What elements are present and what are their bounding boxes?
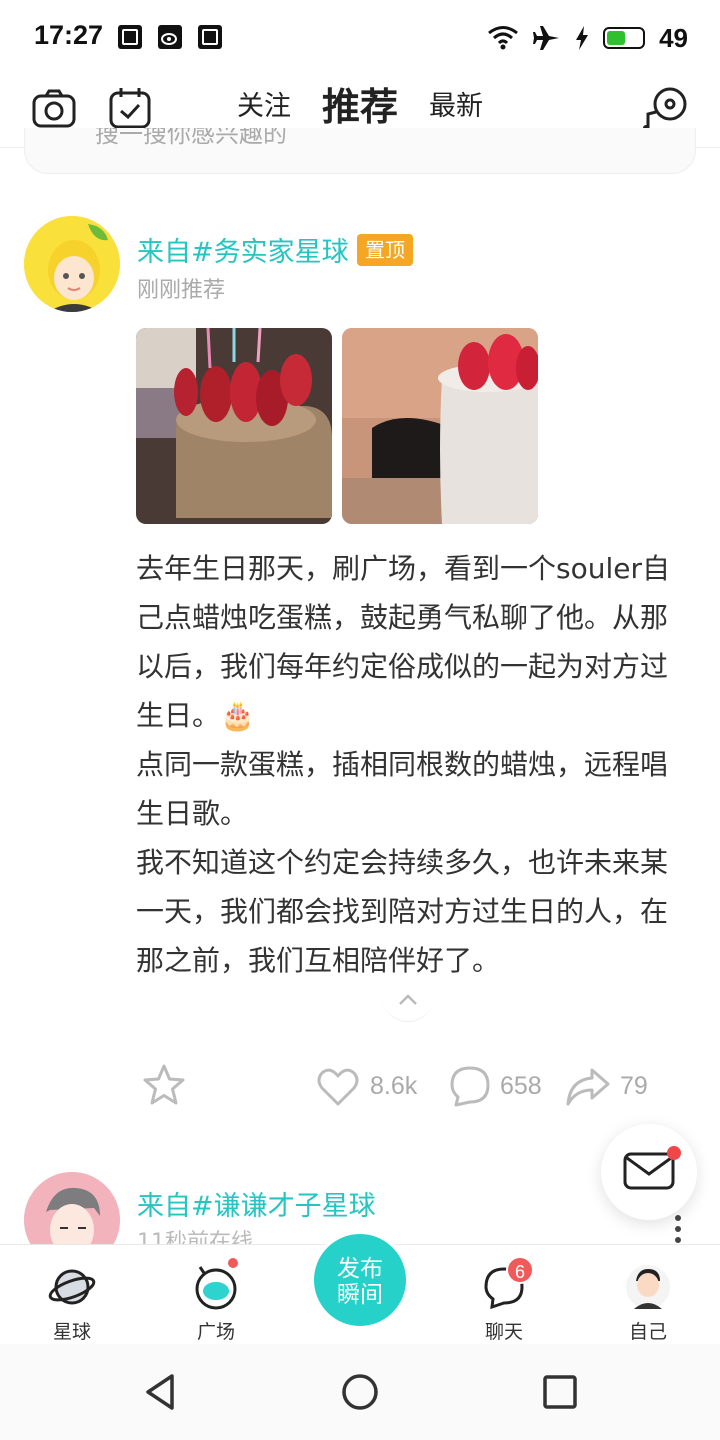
tab-following[interactable]: 关注 [237, 84, 291, 123]
more-options-icon[interactable] [674, 1214, 682, 1244]
tab-label: 星球 [52, 1321, 91, 1343]
post-image-2[interactable] [342, 328, 538, 524]
status-time: 17:27 [34, 20, 104, 50]
publish-label-line1: 发布 [337, 1256, 383, 1282]
post-actions: 8.6k 658 79 [0, 1058, 720, 1118]
unread-dot [667, 1146, 681, 1160]
share-icon[interactable] [564, 1062, 612, 1110]
tab-recommended[interactable]: 推荐 [322, 76, 398, 131]
chevron-up-icon [399, 994, 417, 1005]
charging-icon [576, 26, 589, 50]
comment-icon[interactable] [446, 1062, 494, 1110]
message-button[interactable] [601, 1124, 697, 1220]
back-icon[interactable] [142, 1372, 182, 1412]
cake-photo-2 [342, 328, 538, 524]
status-bar: 17:27 49 [0, 0, 720, 76]
post-planet-link[interactable]: 来自#谦谦才子星球 [137, 1184, 376, 1223]
battery-icon [603, 27, 646, 49]
weibo-icon [158, 25, 182, 49]
like-count: 8.6k [370, 1072, 418, 1100]
post-paragraph: 我不知道这个约定会持续多久，也许未来某一天，我们都会找到陪对方过生日的人，在那之… [136, 846, 669, 977]
self-avatar-icon [626, 1265, 670, 1309]
post-time: 刚刚推荐 [137, 278, 226, 303]
home-icon[interactable] [340, 1372, 380, 1412]
tab-latest[interactable]: 最新 [429, 84, 483, 123]
tab-label: 自己 [628, 1321, 667, 1343]
search-placeholder: 搜一搜你感兴趣的 [95, 128, 287, 148]
post-body: 去年生日那天，刷广场，看到一个souler自己点蜡烛吃蛋糕，鼓起勇气私聊了他。从… [136, 544, 688, 985]
avatar[interactable] [24, 216, 120, 312]
camera-button[interactable] [30, 84, 78, 132]
collapse-button[interactable] [382, 976, 434, 1022]
comment-count: 658 [500, 1072, 542, 1100]
recents-icon[interactable] [540, 1372, 580, 1412]
square-unread-dot [228, 1258, 238, 1268]
chat-unread-badge: 6 [506, 1256, 534, 1284]
heart-icon[interactable] [314, 1062, 362, 1110]
post-paragraph: 点同一款蛋糕，插相同根数的蜡烛，远程唱生日歌。 [136, 748, 669, 830]
post-planet-link[interactable]: 来自#务实家星球 [137, 230, 349, 269]
cake-photo-1 [136, 328, 332, 524]
tab-label: 广场 [196, 1321, 235, 1343]
pinned-badge: 置顶 [357, 234, 413, 266]
battery-level: 49 [659, 22, 688, 53]
tab-label: 聊天 [484, 1321, 523, 1343]
airplane-icon [533, 26, 560, 50]
star-icon[interactable] [140, 1062, 188, 1110]
system-navigation-bar [0, 1344, 720, 1440]
publish-moment-button[interactable]: 发布 瞬间 [310, 1230, 410, 1330]
share-count: 79 [620, 1072, 648, 1100]
search-bar[interactable]: 搜一搜你感兴趣的 [24, 128, 696, 174]
post-paragraph: 去年生日那天，刷广场，看到一个souler自己点蜡烛吃蛋糕，鼓起勇气私聊了他。从… [136, 552, 670, 732]
lemon-avatar-icon [24, 216, 120, 312]
square-eye-icon [195, 1266, 237, 1310]
calendar-check-icon [109, 88, 151, 129]
app-icon [198, 25, 222, 49]
news-icon [118, 25, 142, 49]
status-right-group: 49 [487, 18, 688, 58]
planet-icon [48, 1269, 96, 1305]
music-search-icon [643, 87, 687, 131]
camera-icon [32, 89, 76, 128]
wifi-icon [488, 26, 519, 50]
music-search-button[interactable] [642, 84, 690, 132]
post-image-1[interactable] [136, 328, 332, 524]
publish-label-line2: 瞬间 [337, 1282, 383, 1308]
checkin-calendar-button[interactable] [106, 84, 154, 132]
